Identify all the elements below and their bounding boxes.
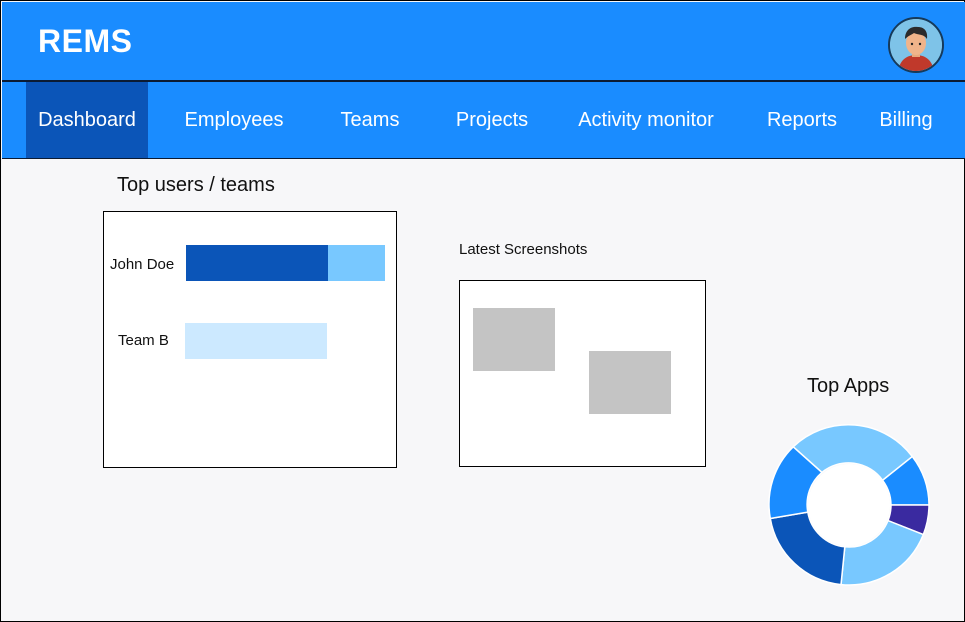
nav-projects[interactable]: Projects — [442, 82, 542, 158]
app-logo[interactable]: REMS — [38, 23, 132, 60]
avatar-illustration — [890, 19, 942, 71]
main-nav: Dashboard Employees Teams Projects Activ… — [2, 82, 965, 159]
nav-employees-label: Employees — [184, 108, 284, 131]
top-apps-donut-chart — [768, 424, 930, 586]
user-avatar-icon[interactable] — [888, 17, 944, 73]
bar-label-john-doe: John Doe — [110, 256, 175, 273]
screenshot-thumbnail[interactable] — [473, 308, 555, 371]
nav-dashboard[interactable]: Dashboard — [26, 82, 148, 158]
bar-john-doe-primary[interactable] — [186, 245, 328, 281]
nav-activity-monitor[interactable]: Activity monitor — [564, 82, 728, 158]
bar-label-team-b: Team B — [118, 332, 169, 349]
nav-reports[interactable]: Reports — [756, 82, 848, 158]
donut-center — [808, 464, 890, 546]
nav-teams[interactable]: Teams — [322, 82, 418, 158]
screenshots-title: Latest Screenshots — [459, 241, 588, 258]
top-users-panel: John Doe Team B — [103, 211, 397, 468]
nav-billing[interactable]: Billing — [868, 82, 944, 158]
nav-reports-label: Reports — [766, 108, 838, 131]
nav-activity-monitor-label: Activity monitor — [578, 108, 714, 131]
app-header: REMS — [2, 2, 965, 82]
nav-dashboard-label: Dashboard — [38, 108, 136, 131]
screenshots-panel — [459, 280, 706, 467]
screenshot-thumbnail[interactable] — [589, 351, 671, 414]
nav-employees[interactable]: Employees — [168, 82, 300, 158]
nav-projects-label: Projects — [455, 108, 529, 131]
top-users-title: Top users / teams — [117, 174, 275, 196]
top-apps-title: Top Apps — [807, 375, 890, 397]
bar-john-doe-secondary[interactable] — [328, 245, 385, 281]
nav-billing-label: Billing — [879, 108, 933, 131]
app-frame: REMS Dashboard Employees Teams Projects … — [0, 0, 965, 622]
bar-team-b[interactable] — [185, 323, 327, 359]
nav-teams-label: Teams — [340, 108, 400, 131]
